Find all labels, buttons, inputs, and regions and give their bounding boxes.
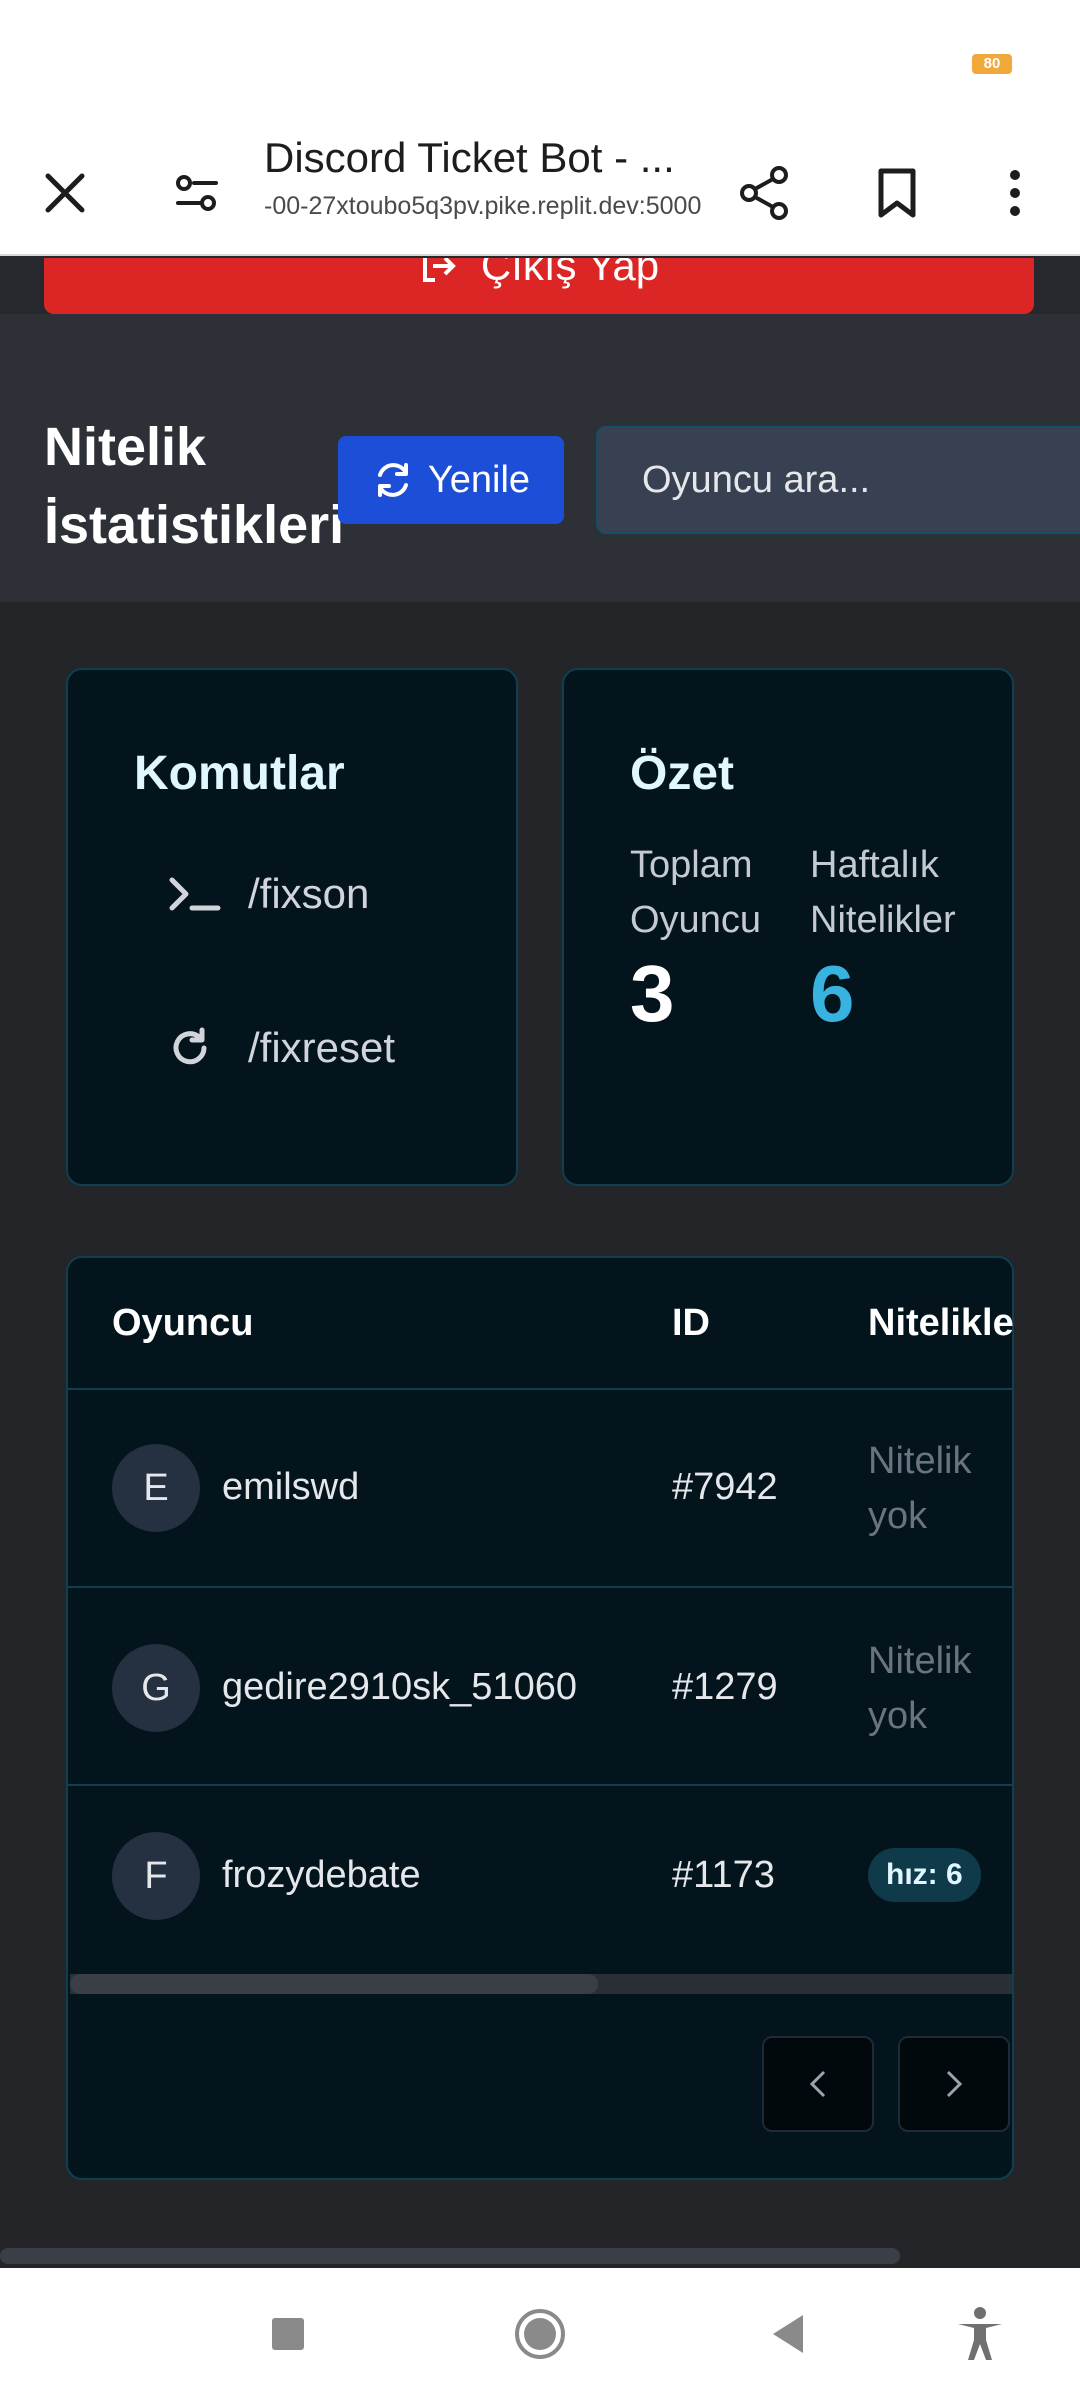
players-table: Oyuncu ID Nitelikle E emilswd #7942 Nite…: [66, 1256, 1014, 2180]
page-title: Nitelik İstatistikleri: [44, 408, 364, 564]
back-triangle-icon: [773, 2315, 803, 2353]
bookmark-button[interactable]: [852, 130, 942, 256]
weekly-attributes-value: 6: [810, 949, 855, 1038]
more-vert-icon: [1010, 170, 1020, 216]
total-label-line1: Toplam: [630, 844, 753, 886]
player-name: emilswd: [222, 1466, 360, 1508]
page-title-line1: Nitelik: [44, 417, 207, 477]
no-attributes-text: Nitelik yok: [868, 1634, 988, 1744]
player-id: #1173: [672, 1854, 775, 1896]
web-content: Çıkış Yap Nitelik İstatistikleri Yenile …: [0, 258, 1080, 2268]
player-id: #7942: [672, 1466, 778, 1508]
scrollbar-thumb[interactable]: [70, 1974, 598, 1994]
square-icon: [272, 2318, 304, 2350]
refresh-label: Yenile: [427, 458, 531, 501]
total-players-value: 3: [630, 949, 675, 1038]
back-button[interactable]: [738, 2268, 838, 2400]
player-name: gedire2910sk_51060: [222, 1666, 577, 1708]
total-label-line2: Oyuncu: [630, 899, 761, 941]
accessibility-icon: [958, 2307, 1002, 2360]
site-settings-button[interactable]: [152, 130, 242, 256]
terminal-icon: [169, 877, 221, 911]
column-header-id: ID: [672, 1302, 710, 1344]
summary-title: Özet: [630, 747, 735, 800]
home-circle-icon: [515, 2309, 565, 2359]
url-text[interactable]: -00-27xtoubo5q3pv.pike.replit.dev:5000: [264, 192, 704, 221]
page-title-line2: İstatistikleri: [44, 495, 345, 555]
logout-label: Çıkış Yap: [480, 258, 660, 289]
column-header-player: Oyuncu: [112, 1302, 254, 1344]
table-horizontal-scrollbar[interactable]: [70, 1974, 1012, 1994]
no-attr-line2: yok: [868, 1495, 928, 1537]
player-name: frozydebate: [222, 1854, 421, 1896]
more-options-button[interactable]: [970, 130, 1060, 256]
player-id: #1279: [672, 1666, 778, 1708]
battery-indicator: 80: [972, 54, 1012, 74]
next-page-button[interactable]: [898, 2036, 1010, 2132]
no-attributes-text: Nitelik yok: [868, 1434, 988, 1544]
browser-title-text: Discord Ticket Bot - ...: [264, 134, 675, 181]
share-icon: [740, 166, 788, 220]
refresh-icon: [377, 463, 408, 497]
command-item-fixreset[interactable]: /fixreset: [168, 1024, 395, 1072]
column-header-attributes: Nitelikle: [868, 1302, 1014, 1344]
logout-icon: [422, 258, 456, 282]
share-button[interactable]: [720, 130, 810, 256]
no-attr-line2: yok: [868, 1695, 928, 1737]
commands-card: Komutlar /fixson /fixreset: [66, 668, 518, 1186]
command-label: /fixson: [248, 870, 370, 917]
no-attr-line1: Nitelik: [868, 1640, 972, 1682]
page-horizontal-scrollbar[interactable]: [0, 2248, 900, 2264]
logout-button[interactable]: Çıkış Yap: [44, 258, 1034, 314]
attribute-badge: hız: 6: [868, 1848, 981, 1902]
refresh-button[interactable]: Yenile: [338, 436, 564, 524]
chevron-left-icon: [809, 2070, 826, 2098]
chevron-right-icon: [946, 2070, 963, 2098]
command-item-fixson[interactable]: /fixson: [168, 870, 369, 918]
weekly-attributes-label: Haftalık Nitelikler: [810, 838, 956, 948]
tune-icon: [176, 175, 218, 211]
weekly-label-line2: Nitelikler: [810, 899, 956, 941]
close-tab-button[interactable]: [20, 130, 110, 256]
summary-card: Özet Toplam Oyuncu 3 Haftalık Nitelikler…: [562, 668, 1014, 1186]
bookmark-icon: [878, 168, 916, 218]
home-button[interactable]: [490, 2268, 590, 2400]
commands-title: Komutlar: [134, 747, 345, 800]
accessibility-button[interactable]: [930, 2268, 1030, 2400]
no-attr-line1: Nitelik: [868, 1440, 972, 1482]
avatar: G: [112, 1644, 200, 1732]
previous-page-button[interactable]: [762, 2036, 874, 2132]
avatar: F: [112, 1832, 200, 1920]
player-search-input[interactable]: [642, 458, 1080, 502]
system-nav-bar: [0, 2268, 1080, 2400]
recents-button[interactable]: [238, 2268, 338, 2400]
row-divider: [68, 1784, 1012, 1786]
row-divider: [68, 1586, 1012, 1588]
status-bar: 80: [0, 0, 1080, 130]
command-label: /fixreset: [248, 1024, 396, 1071]
avatar: E: [112, 1444, 200, 1532]
player-search[interactable]: [596, 426, 1080, 534]
total-players-label: Toplam Oyuncu: [630, 838, 761, 948]
weekly-label-line1: Haftalık: [810, 844, 939, 886]
row-divider: [68, 1388, 1012, 1390]
close-icon: [45, 173, 85, 213]
refresh-icon: [173, 1027, 207, 1065]
page-tab-title[interactable]: Discord Ticket Bot - ...: [264, 130, 694, 190]
